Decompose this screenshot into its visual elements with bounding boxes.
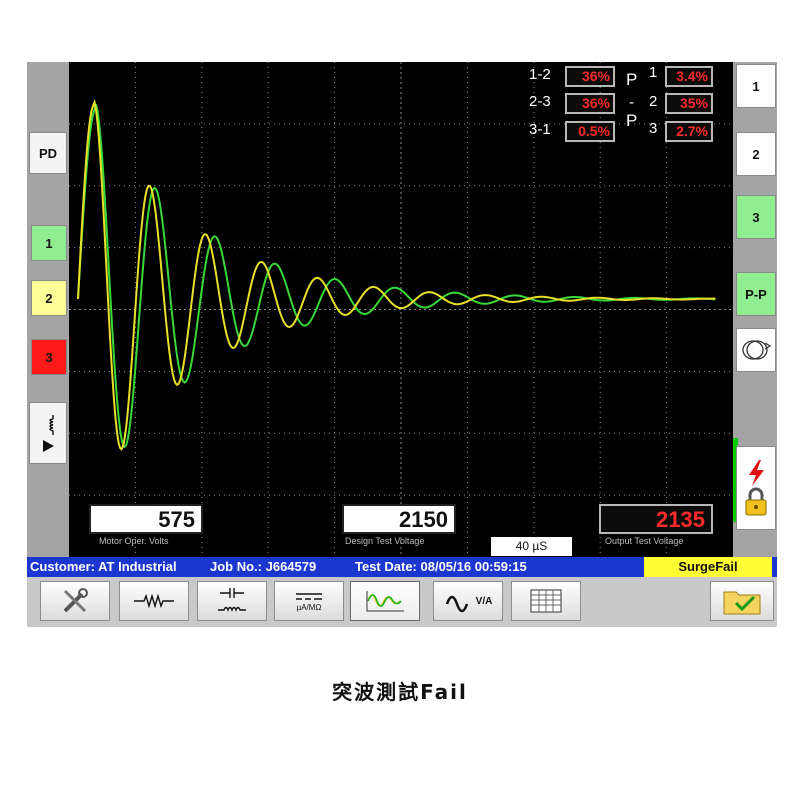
diff-value-1-2: 36% — [565, 66, 615, 87]
capacitance-inductance-button[interactable] — [197, 581, 267, 621]
motor-volts-caption: Motor Oper. Volts — [99, 536, 169, 546]
meter-label: µA/MΩ — [296, 602, 322, 612]
p-index-2: 2 — [649, 93, 658, 110]
surge-fail-status: SurgeFail — [644, 557, 772, 577]
meter-icon — [296, 592, 322, 600]
p-index-1: 1 — [649, 64, 658, 81]
insulation-meter-button[interactable]: µA/MΩ — [274, 581, 344, 621]
lock-icon — [745, 487, 767, 516]
surge-wave-icon — [366, 591, 404, 612]
diff-value-3-1: 0.5% — [565, 121, 615, 142]
phase-2-button[interactable]: 2 — [736, 132, 776, 176]
p-label-2: P — [626, 111, 638, 130]
rotate-coil-icon — [742, 340, 772, 360]
p-label: P — [626, 70, 638, 89]
diff-label-3-1: 3-1 — [529, 121, 551, 138]
channel-3-button[interactable]: 3 — [31, 339, 67, 375]
resistance-button[interactable] — [119, 581, 189, 621]
results-table-button[interactable] — [511, 581, 581, 621]
output-voltage-caption: Output Test Voltage — [605, 536, 684, 546]
save-folder-button[interactable] — [710, 581, 774, 621]
motor-volts-readout[interactable]: 575 — [89, 504, 203, 534]
customer-text: Customer: AT Industrial — [30, 559, 177, 574]
diff-label-1-2: 1-2 — [529, 66, 551, 83]
surge-waveform-plot — [69, 62, 733, 557]
coil-icon — [49, 415, 54, 435]
folder-check-icon — [723, 591, 761, 615]
timebase-readout[interactable]: 40 µS — [491, 537, 572, 556]
design-voltage-readout[interactable]: 2150 — [342, 504, 456, 534]
diff-label-2-3: 2-3 — [529, 93, 551, 110]
pd-button[interactable]: PD — [29, 132, 67, 174]
job-number-text: Job No.: J664579 — [210, 559, 317, 574]
left-sidebar: PD 1 2 3 — [27, 62, 69, 557]
p-dash: - — [629, 94, 634, 111]
output-voltage-readout: 2135 — [599, 504, 713, 534]
channel-2-button[interactable]: 2 — [31, 280, 67, 316]
p-value-2: 35% — [665, 93, 713, 114]
lightning-icon — [749, 460, 764, 486]
p-index-3: 3 — [649, 120, 658, 137]
tools-button[interactable] — [40, 581, 110, 621]
peak-to-peak-button[interactable]: P-P — [736, 272, 776, 316]
waveform-display: 1-2 2-3 3-1 36% 36% 0.5% P 1 - 2 P 3 3.4… — [69, 62, 733, 557]
table-icon — [530, 589, 562, 613]
coil-trigger-button[interactable] — [29, 402, 67, 464]
play-icon — [43, 440, 54, 452]
resistor-icon — [134, 594, 174, 608]
design-voltage-caption: Design Test Voltage — [345, 536, 425, 546]
phase-3-button[interactable]: 3 — [736, 195, 776, 239]
channel-1-button[interactable]: 1 — [31, 225, 67, 261]
right-sidebar: 1 2 3 P-P — [733, 62, 777, 557]
phase-1-button[interactable]: 1 — [736, 64, 776, 108]
capacitor-coil-icon — [218, 588, 246, 612]
ac-voltage-button[interactable]: V/A — [433, 581, 503, 621]
surge-tester-screen: PD 1 2 3 1-2 2-3 3-1 36% 36% 0.5% P 1 - … — [27, 62, 777, 627]
wrench-icon — [63, 588, 88, 613]
ac-label: V/A — [475, 595, 493, 607]
caption-text: 突波測試Fail — [332, 680, 468, 704]
p-value-1: 3.4% — [665, 66, 713, 87]
diff-value-2-3: 36% — [565, 93, 615, 114]
p-value-3: 2.7% — [665, 121, 713, 142]
rotate-button[interactable] — [736, 328, 776, 372]
test-date-text: Test Date: 08/05/16 00:59:15 — [355, 559, 527, 574]
fire-lock-button[interactable] — [736, 446, 776, 530]
trace-green — [77, 103, 716, 449]
trace-yellow — [77, 98, 716, 451]
surge-test-button[interactable] — [350, 581, 420, 621]
